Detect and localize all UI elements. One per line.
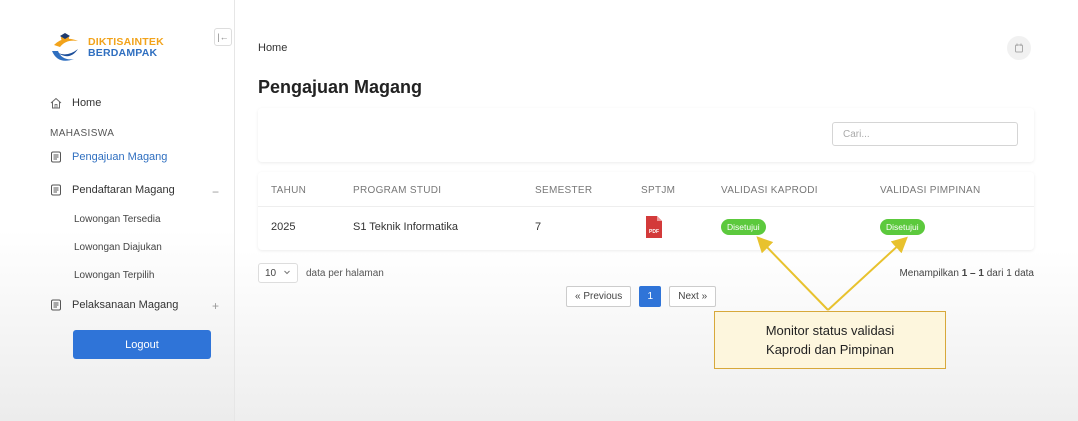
annotation-line1: Monitor status validasi <box>765 323 895 338</box>
expand-toggle-icon[interactable]: + <box>212 299 219 313</box>
per-page-value: 10 <box>265 267 277 279</box>
per-page-control: 10 data per halaman <box>258 263 384 283</box>
column-header-semester[interactable]: SEMESTER <box>535 185 592 196</box>
brand-name-line2: BERDAMPAK <box>88 47 158 59</box>
document-icon <box>50 299 62 311</box>
pagination-info-suffix: dari 1 data <box>986 268 1034 279</box>
sidebar-item-home[interactable]: Home <box>50 97 101 109</box>
breadcrumb[interactable]: Home <box>258 42 287 54</box>
page-button-current[interactable]: 1 <box>639 286 662 307</box>
column-header-validasi-kaprodi[interactable]: VALIDASI KAPRODI <box>721 185 818 196</box>
pdf-icon-label: PDF <box>649 229 659 235</box>
column-header-tahun[interactable]: TAHUN <box>271 185 306 196</box>
page-title: Pengajuan Magang <box>258 77 423 97</box>
table-header-row: TAHUN PROGRAM STUDI SEMESTER SPTJM VALID… <box>258 172 1034 207</box>
sidebar-item-label: Home <box>72 97 102 109</box>
collapse-sidebar-button[interactable]: |← <box>214 28 232 46</box>
pdf-file-icon[interactable]: PDF <box>644 215 664 244</box>
cell-tahun: 2025 <box>271 221 296 233</box>
sidebar-item-label: Pendaftaran Magang <box>72 184 175 196</box>
pagination: « Previous 1 Next » <box>566 286 717 307</box>
next-page-button[interactable]: Next » <box>669 286 717 307</box>
pagination-info-prefix: Menampilkan <box>899 268 959 279</box>
cell-program-studi: S1 Teknik Informatika <box>353 221 458 233</box>
sidebar-subitem-lowongan-terpilih[interactable]: Lowongan Terpilih <box>74 270 154 281</box>
sidebar-section-title: MAHASISWA <box>50 128 115 139</box>
data-table: TAHUN PROGRAM STUDI SEMESTER SPTJM VALID… <box>258 172 1034 250</box>
sidebar-item-pendaftaran-magang[interactable]: Pendaftaran Magang <box>50 184 175 196</box>
sidebar: DIKTISAINTEK BERDAMPAK |← Home MAHASISWA… <box>0 0 235 421</box>
sidebar-subitem-lowongan-tersedia[interactable]: Lowongan Tersedia <box>74 214 161 225</box>
brand-logo-icon <box>52 33 78 61</box>
document-icon <box>50 151 62 163</box>
user-icon <box>1015 43 1023 53</box>
user-menu-button[interactable] <box>1007 36 1031 60</box>
status-badge-pimpinan: Disetujui <box>880 219 925 235</box>
column-header-sptjm[interactable]: SPTJM <box>641 185 675 196</box>
pagination-info: Menampilkan 1 – 1 dari 1 data <box>899 268 1034 279</box>
annotation-line2: Kaprodi dan Pimpinan <box>766 342 894 357</box>
chevron-down-icon <box>283 268 291 279</box>
sidebar-subitem-lowongan-diajukan[interactable]: Lowongan Diajukan <box>74 242 162 253</box>
status-badge-kaprodi: Disetujui <box>721 219 766 235</box>
home-icon <box>50 97 62 109</box>
main-content: Home Pengajuan Magang TAHUN PROGRAM STUD… <box>234 0 1078 421</box>
sidebar-item-label: Pengajuan Magang <box>72 151 168 163</box>
per-page-label: data per halaman <box>306 267 384 279</box>
pagination-info-range: 1 – 1 <box>961 268 984 279</box>
column-header-program-studi[interactable]: PROGRAM STUDI <box>353 185 441 196</box>
column-header-validasi-pimpinan[interactable]: VALIDASI PIMPINAN <box>880 185 981 196</box>
search-input[interactable] <box>832 122 1018 146</box>
annotation-callout: Monitor status validasi Kaprodi dan Pimp… <box>714 311 946 369</box>
sidebar-item-label: Pelaksanaan Magang <box>72 299 179 311</box>
sidebar-item-pelaksanaan-magang[interactable]: Pelaksanaan Magang <box>50 299 178 311</box>
per-page-select[interactable]: 10 <box>258 263 298 283</box>
previous-page-button[interactable]: « Previous <box>566 286 632 307</box>
sidebar-item-pengajuan-magang[interactable]: Pengajuan Magang <box>50 151 167 163</box>
logout-button[interactable]: Logout <box>73 330 211 359</box>
collapse-toggle-icon[interactable]: − <box>212 185 219 199</box>
collapse-sidebar-icon: |← <box>217 32 229 42</box>
document-icon <box>50 184 62 196</box>
table-row: 2025 S1 Teknik Informatika 7 PDF Disetuj… <box>258 206 1034 250</box>
cell-semester: 7 <box>535 221 542 233</box>
search-card <box>258 108 1034 162</box>
brand-logo[interactable]: DIKTISAINTEK BERDAMPAK <box>48 31 164 65</box>
